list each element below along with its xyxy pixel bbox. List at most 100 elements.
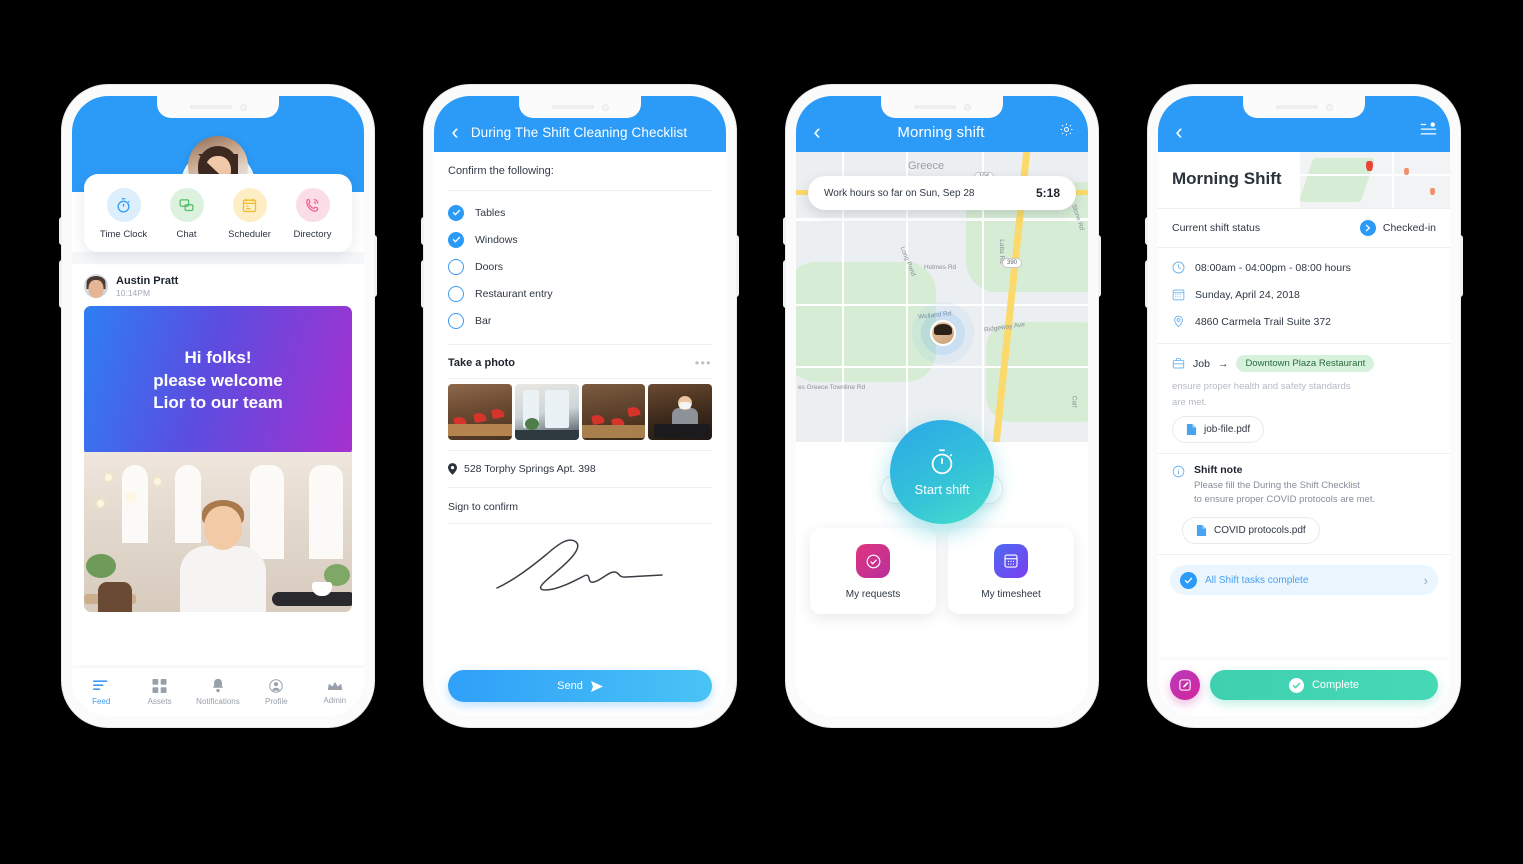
note-title: Shift note <box>1194 463 1243 476</box>
signature-pad[interactable] <box>434 524 726 606</box>
map-label: Greece <box>908 160 945 172</box>
tasks-label: All Shift tasks complete <box>1205 574 1309 586</box>
send-label: Send <box>557 680 583 692</box>
quick-action-directory[interactable]: Directory <box>281 188 344 240</box>
quick-action-scheduler[interactable]: Scheduler <box>218 188 281 240</box>
tab-feed[interactable]: Feed <box>75 679 127 706</box>
highway-shield: 390 <box>1002 258 1023 268</box>
shift-date-row: Sunday, April 24, 2018 <box>1158 281 1450 308</box>
sign-label: Sign to confirm <box>448 501 519 513</box>
location-pin-icon <box>1174 315 1183 328</box>
stopwatch-icon <box>106 188 141 222</box>
grid-icon <box>152 678 167 693</box>
front-camera <box>1325 103 1333 111</box>
user-location-marker[interactable] <box>930 320 957 347</box>
check-circle-icon <box>1288 677 1304 693</box>
edit-button[interactable] <box>1170 670 1200 700</box>
info-icon <box>1172 465 1185 477</box>
status-value: Checked-in <box>1382 222 1436 234</box>
checkbox-unchecked-icon[interactable] <box>448 285 464 302</box>
tab-admin[interactable]: Admin <box>309 680 361 705</box>
work-hours-label: Work hours so far on Sun, Sep 28 <box>824 187 975 199</box>
promo-card[interactable]: Hi folks! please welcome Lior to our tea… <box>84 306 352 456</box>
phone-4-screen: ‹ Morning Shift Current shift status Che… <box>1158 96 1450 716</box>
quick-action-label: Time Clock <box>99 229 148 240</box>
speaker-grille <box>551 105 594 109</box>
checklist-item[interactable]: Doors <box>448 253 712 280</box>
note-line-2: to ensure proper COVID protocols are met… <box>1194 493 1376 505</box>
address-row: 528 Torphy Springs Apt. 398 <box>434 451 726 487</box>
all-tasks-complete-row[interactable]: All Shift tasks complete › <box>1170 565 1438 596</box>
start-shift-button[interactable]: Start shift <box>890 420 994 524</box>
chevron-left-icon[interactable]: ‹ <box>446 121 464 143</box>
chevron-left-icon[interactable]: ‹ <box>808 121 826 143</box>
my-timesheet-card[interactable]: My timesheet <box>948 528 1074 614</box>
photo-thumbnail[interactable] <box>514 384 579 440</box>
checklist-item[interactable]: Bar <box>448 307 712 334</box>
checklist-item[interactable]: Tables <box>448 199 712 226</box>
page-title: During The Shift Cleaning Checklist <box>470 124 688 140</box>
photo-thumbnail[interactable] <box>581 384 646 440</box>
briefcase-icon <box>1172 357 1185 369</box>
covid-file-button[interactable]: COVID protocols.pdf <box>1182 517 1320 545</box>
phone-1-screen: Time Clock Chat Scheduler Directory Aust… <box>72 96 364 716</box>
arrow-right-circle-icon <box>1359 220 1376 236</box>
quick-action-time-clock[interactable]: Time Clock <box>92 188 155 240</box>
post-avatar[interactable] <box>84 274 108 298</box>
pdf-file-icon <box>1196 525 1207 537</box>
front-camera <box>963 103 971 111</box>
phone-3-morning-shift: ‹ Morning shift Greece Holmes Rd Long Po… <box>783 85 1101 727</box>
tab-notifications[interactable]: Notifications <box>192 678 244 706</box>
map-label: es Greece Townline Rd <box>798 384 866 391</box>
send-arrow-icon <box>590 680 603 692</box>
checkbox-unchecked-icon[interactable] <box>448 312 464 329</box>
map-view[interactable]: Greece Holmes Rd Long Pond Ridgeway Ave … <box>796 152 1088 442</box>
shift-details: 08:00am - 04:00pm - 08:00 hours Sunday, … <box>1158 248 1450 343</box>
gear-icon[interactable] <box>1056 122 1076 142</box>
quick-action-chat[interactable]: Chat <box>155 188 218 240</box>
chevron-left-icon[interactable]: ‹ <box>1170 121 1188 143</box>
phone-side-button <box>374 235 377 297</box>
tab-profile[interactable]: Profile <box>250 678 302 706</box>
checkbox-checked-icon[interactable] <box>448 204 464 221</box>
pdf-file-icon <box>1186 423 1197 435</box>
phone-2-screen: ‹ During The Shift Cleaning Checklist Co… <box>434 96 726 716</box>
complete-button[interactable]: Complete <box>1210 670 1438 700</box>
timesheet-clock-icon[interactable] <box>1418 121 1438 143</box>
speaker-grille <box>913 105 956 109</box>
map-label: Holmes Rd <box>924 264 957 271</box>
tab-label: Assets <box>147 696 172 706</box>
checklist-item[interactable]: Restaurant entry <box>448 280 712 307</box>
job-chip[interactable]: Downtown Plaza Restaurant <box>1236 355 1375 372</box>
my-requests-card[interactable]: My requests <box>810 528 936 614</box>
location-pin-icon <box>448 463 457 475</box>
phone-side-button <box>1098 235 1101 297</box>
status-label: Current shift status <box>1172 222 1261 234</box>
job-file-button[interactable]: job-file.pdf <box>1172 415 1265 443</box>
post-photo[interactable] <box>84 452 352 612</box>
quick-action-label: Chat <box>176 229 197 240</box>
checklist-label: Doors <box>475 260 504 273</box>
send-button[interactable]: Send <box>448 670 712 702</box>
checkbox-unchecked-icon[interactable] <box>448 258 464 275</box>
shift-hero: Morning Shift <box>1158 152 1450 208</box>
detail-text: 08:00am - 04:00pm - 08:00 hours <box>1195 261 1351 274</box>
photo-thumbnail[interactable] <box>648 384 712 440</box>
more-horizontal-icon[interactable]: ••• <box>695 357 712 369</box>
quick-actions-card: Time Clock Chat Scheduler Directory <box>84 174 352 252</box>
promo-line-3: Lior to our team <box>153 393 283 413</box>
photo-thumbnails <box>434 379 726 450</box>
map-label: Calf <box>1070 395 1078 408</box>
photo-thumbnail[interactable] <box>448 384 512 440</box>
checklist-item[interactable]: Windows <box>448 226 712 253</box>
photo-section-header: Take a photo ••• <box>434 345 726 378</box>
check-circle-icon <box>1180 571 1197 589</box>
address-text: 528 Torphy Springs Apt. 398 <box>464 463 596 475</box>
phone-3-screen: ‹ Morning shift Greece Holmes Rd Long Po… <box>796 96 1088 716</box>
calendar-grid-icon <box>994 544 1028 578</box>
checkbox-checked-icon[interactable] <box>448 231 464 248</box>
signature-drawing <box>496 539 663 591</box>
phone-2-checklist: ‹ During The Shift Cleaning Checklist Co… <box>421 85 739 727</box>
card-label: My requests <box>845 589 901 600</box>
tab-assets[interactable]: Assets <box>134 678 186 706</box>
